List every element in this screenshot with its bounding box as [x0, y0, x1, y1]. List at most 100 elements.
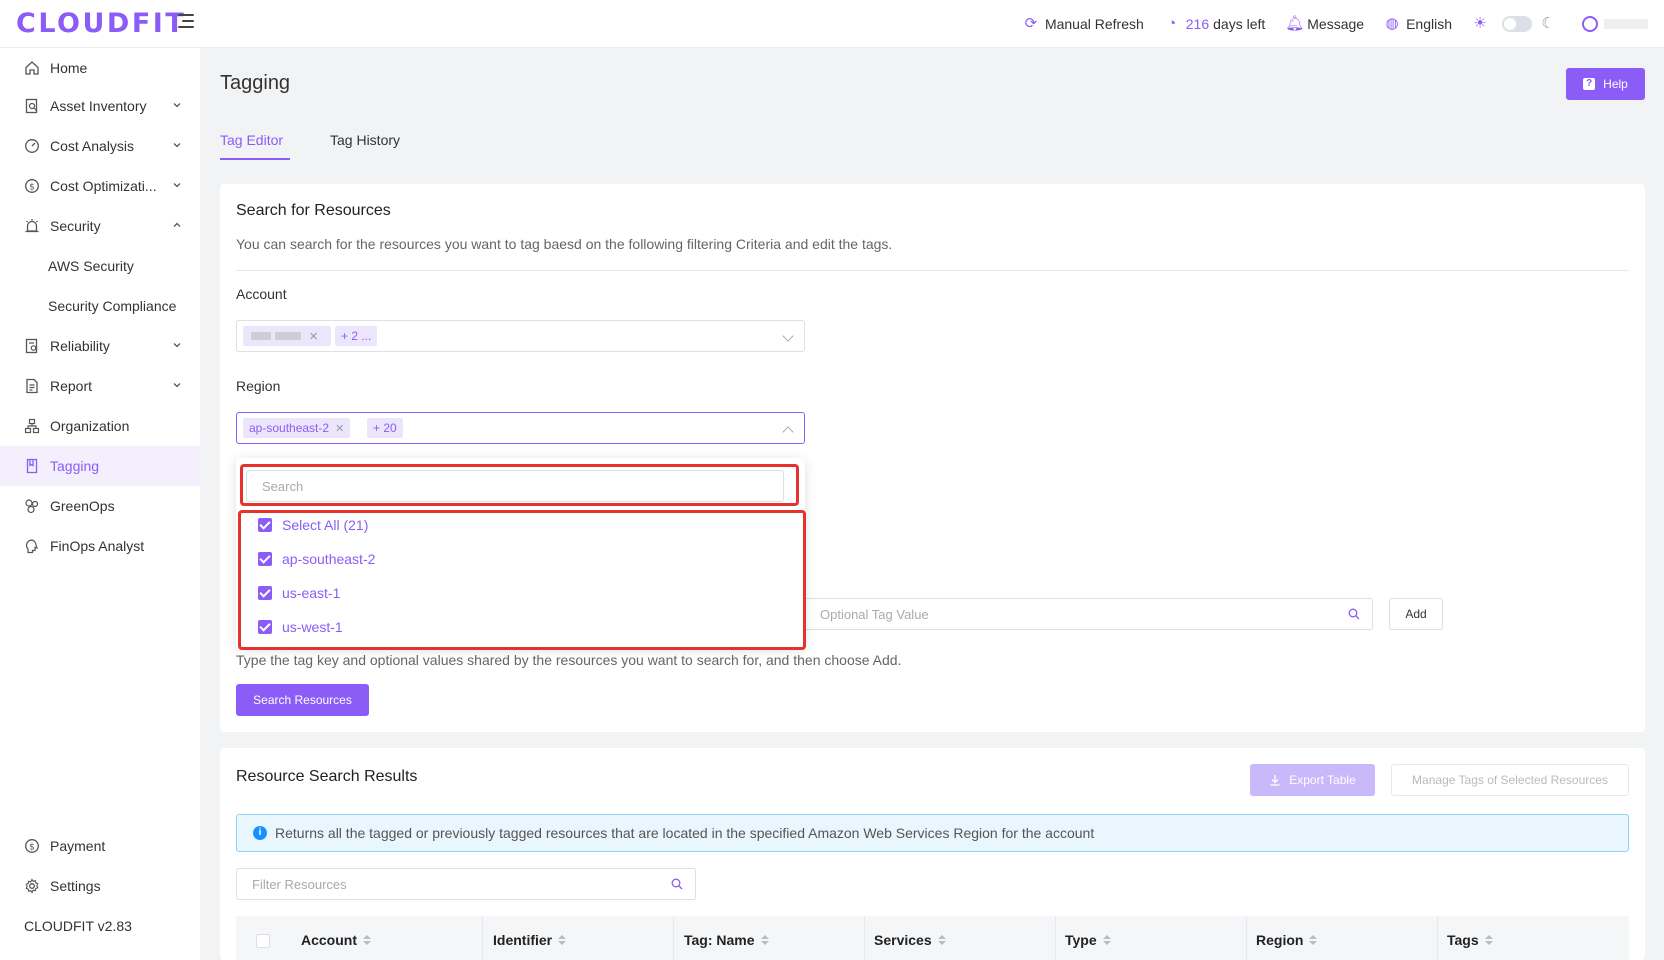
column-separator [1055, 916, 1056, 960]
globe-icon: ◍ [1385, 15, 1399, 32]
column-label: Identifier [493, 932, 553, 948]
sidebar-item-home[interactable]: Home [0, 48, 200, 88]
theme-toggle[interactable] [1502, 16, 1532, 32]
account-chip[interactable]: ✕ [243, 326, 331, 346]
sidebar-item-aws-security[interactable]: AWS Security [0, 246, 200, 286]
sidebar-item-label: Tagging [50, 458, 100, 474]
tab-tag-editor[interactable]: Tag Editor [220, 132, 283, 148]
sidebar-item-payment[interactable]: $ Payment [0, 826, 200, 866]
sort-icon[interactable] [1484, 935, 1493, 945]
username-redacted[interactable] [1604, 19, 1648, 29]
column-label: Account [301, 932, 357, 948]
results-table-header: Account Identifier Tag: Name Services Ty… [236, 916, 1629, 960]
column-separator [673, 916, 674, 960]
sun-icon: ☀ [1473, 15, 1487, 32]
search-resources-button[interactable]: Search Resources [236, 684, 369, 716]
top-bar: CLOUDFIT ⟳ Manual Refresh ◔ 216 days lef… [0, 0, 1664, 48]
divider [236, 270, 1629, 271]
search-icon [671, 878, 683, 890]
redacted-account [251, 332, 271, 340]
sort-icon[interactable] [363, 935, 371, 945]
download-icon [1270, 775, 1280, 786]
column-header-type[interactable]: Type [1065, 932, 1111, 948]
sidebar-item-reliability[interactable]: Reliability [0, 326, 200, 366]
column-label: Services [874, 932, 932, 948]
sidebar-item-cost-optimization[interactable]: $ Cost Optimizati... [0, 166, 200, 206]
subscription-days[interactable]: ◔ 216 days left [1164, 16, 1265, 33]
sort-icon[interactable] [760, 935, 769, 945]
column-header-region[interactable]: Region [1256, 932, 1318, 948]
column-label: Type [1065, 932, 1097, 948]
sidebar-item-cost-analysis[interactable]: Cost Analysis [0, 126, 200, 166]
user-avatar-icon[interactable] [1582, 16, 1598, 32]
filter-resources-input[interactable]: Filter Resources [236, 868, 696, 900]
org-icon [24, 418, 40, 434]
sidebar-item-label: Cost Optimizati... [50, 178, 157, 194]
column-header-account[interactable]: Account [301, 932, 371, 948]
region-select[interactable]: ap-southeast-2 ✕ + 20 [236, 412, 805, 444]
export-label: Export Table [1289, 773, 1356, 787]
account-select[interactable]: ✕ + 2 ... [236, 320, 805, 352]
sidebar-item-settings[interactable]: Settings [0, 866, 200, 906]
sidebar-item-asset-inventory[interactable]: Asset Inventory [0, 86, 200, 126]
sidebar-item-label: Organization [50, 418, 130, 434]
menu-toggle-icon[interactable] [178, 14, 194, 30]
column-label: Tags [1447, 932, 1479, 948]
sort-icon[interactable] [558, 935, 567, 945]
language-selector[interactable]: ◍ English [1384, 15, 1452, 33]
search-description: You can search for the resources you wan… [236, 236, 893, 252]
moon-icon: ☾ [1541, 15, 1555, 32]
tag-value-placeholder: Optional Tag Value [820, 607, 929, 622]
help-button[interactable]: ? Help [1566, 68, 1645, 100]
region-label: Region [236, 378, 281, 394]
chevron-up-icon [782, 426, 794, 438]
column-header-services[interactable]: Services [874, 932, 946, 948]
sidebar-item-label: GreenOps [50, 498, 115, 514]
column-header-identifier[interactable]: Identifier [493, 932, 567, 948]
region-chip-label: ap-southeast-2 [249, 421, 330, 435]
sort-icon[interactable] [937, 935, 946, 945]
theme-switch[interactable]: ☀ ☾ [1472, 16, 1562, 32]
svg-text:$: $ [29, 183, 35, 193]
sort-icon[interactable] [1309, 935, 1318, 945]
search-title: Search for Resources [236, 202, 391, 219]
chevron-down-icon [173, 183, 181, 188]
search-icon [1348, 608, 1360, 620]
info-text: Returns all the tagged or previously tag… [275, 825, 1095, 841]
sidebar-item-tagging[interactable]: Tagging [0, 446, 200, 486]
manage-tags-button[interactable]: Manage Tags of Selected Resources [1391, 764, 1629, 796]
tag-hint: Type the tag key and optional values sha… [236, 652, 902, 668]
help-label: Help [1603, 77, 1628, 91]
region-chip[interactable]: ap-southeast-2 ✕ [243, 418, 351, 438]
dollar-icon: $ [24, 838, 40, 854]
message-button[interactable]: 🔔︎ Message [1285, 16, 1364, 33]
sidebar-item-organization[interactable]: Organization [0, 406, 200, 446]
export-table-button[interactable]: Export Table [1250, 764, 1375, 796]
dollar-icon: $ [24, 178, 40, 194]
sidebar: Home Asset Inventory Cost Analysis $ Cos… [0, 48, 200, 960]
sidebar-item-report[interactable]: Report [0, 366, 200, 406]
app-logo[interactable]: CLOUDFIT [16, 8, 186, 39]
chevron-down-icon [173, 343, 181, 348]
add-tag-button[interactable]: Add [1389, 598, 1443, 630]
sidebar-item-finops-analyst[interactable]: FinOps Analyst [0, 526, 200, 566]
tab-tag-history[interactable]: Tag History [330, 132, 400, 148]
close-icon[interactable]: ✕ [335, 422, 344, 435]
select-all-checkbox[interactable] [256, 934, 270, 948]
alarm-icon [24, 218, 40, 234]
close-icon[interactable]: ✕ [309, 330, 318, 343]
sort-icon[interactable] [1102, 935, 1111, 945]
sidebar-item-label: Security [50, 218, 101, 234]
info-alert: i Returns all the tagged or previously t… [236, 814, 1629, 852]
sidebar-item-security[interactable]: Security [0, 206, 200, 246]
column-header-tag-name[interactable]: Tag: Name [684, 932, 769, 948]
tag-value-input[interactable]: Optional Tag Value [804, 598, 1373, 630]
sidebar-item-greenops[interactable]: GreenOps [0, 486, 200, 526]
manual-refresh-button[interactable]: ⟳ Manual Refresh [1023, 16, 1144, 33]
sidebar-item-label: Reliability [50, 338, 110, 354]
column-header-tags[interactable]: Tags [1447, 932, 1493, 948]
page-title: Tagging [220, 72, 291, 94]
column-separator [1246, 916, 1247, 960]
sidebar-item-security-compliance[interactable]: Security Compliance [0, 286, 200, 326]
sidebar-item-label: Payment [50, 838, 106, 854]
